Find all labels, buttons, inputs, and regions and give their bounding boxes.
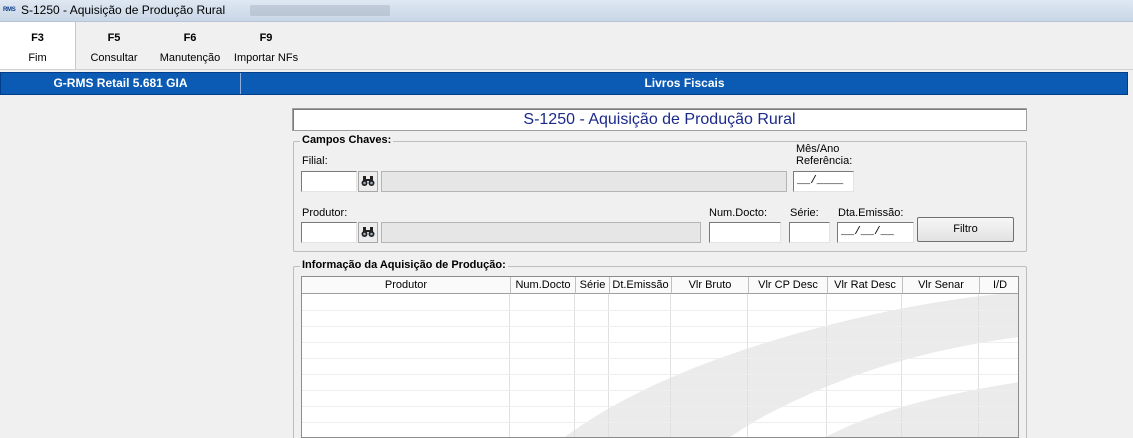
campos-chaves-title: Campos Chaves: [300,134,394,146]
grid-row-line [302,422,1018,423]
consultar-button[interactable]: F5 Consultar [80,22,148,69]
col-vlr-bruto[interactable]: Vlr Bruto [671,277,748,294]
consultar-key: F5 [107,32,121,44]
col-vlr-rat-desc[interactable]: Vlr Rat Desc [827,277,902,294]
form-title: S-1250 - Aquisição de Produção Rural [523,111,796,128]
grid-row-line [302,326,1018,327]
col-vlr-senar[interactable]: Vlr Senar [902,277,979,294]
serie-input[interactable] [789,222,830,243]
dtemissao-input[interactable]: __/__/__ [837,222,914,243]
aquisicao-grid[interactable]: Produtor Num.Docto Série Dt.Emissão Vlr … [301,276,1019,438]
manutencao-button[interactable]: F6 Manutenção [154,22,226,69]
mesano-input[interactable]: __/____ [793,171,854,192]
importar-nfs-label: Importar NFs [233,52,299,64]
filtro-button[interactable]: Filtro [917,217,1014,242]
produtor-description [381,222,701,243]
col-id[interactable]: I/D [979,277,1018,294]
form-title-box: S-1250 - Aquisição de Produção Rural [292,108,1027,131]
module-bar: G-RMS Retail 5.681 GIA Livros Fiscais [0,72,1128,95]
col-numdocto[interactable]: Num.Docto [510,277,575,294]
app-icon: RMS [3,7,16,13]
serie-label: Série: [790,207,819,219]
grid-row-line [302,342,1018,343]
mesano-label: Mês/Ano Referência: [796,143,853,167]
produtor-input[interactable] [301,222,357,243]
grid-column-line [575,294,609,437]
grid-column-line [979,294,1018,437]
manutencao-key: F6 [183,32,197,44]
grid-column-line [748,294,827,437]
importar-nfs-key: F9 [259,32,273,44]
filial-input[interactable] [301,171,357,192]
grid-column-line [302,294,510,437]
filial-label: Filial: [302,155,328,167]
titlebar-blurred-text [250,5,390,16]
fim-label: Fim [28,52,47,64]
col-serie[interactable]: Série [575,277,609,294]
consultar-label: Consultar [90,52,138,64]
grid-column-line [902,294,979,437]
grid-row-line [302,358,1018,359]
grid-row-line [302,406,1018,407]
informacao-title: Informação da Aquisição de Produção: [300,259,508,271]
product-version: G-RMS Retail 5.681 GIA [1,73,241,94]
binoculars-icon [361,176,375,186]
grid-column-line [827,294,902,437]
col-produtor[interactable]: Produtor [302,277,510,294]
fim-button[interactable]: F3 Fim [0,22,76,69]
function-key-toolbar: F3 Fim F5 Consultar F6 Manutenção F9 Imp… [0,22,1133,70]
binoculars-icon [361,227,375,237]
window-titlebar: RMS S-1250 - Aquisição de Produção Rural [0,0,1133,22]
fim-key: F3 [31,32,44,44]
grid-row-line [302,310,1018,311]
numdocto-input[interactable] [709,222,781,243]
grid-row-line [302,390,1018,391]
filial-lookup-button[interactable] [358,171,378,192]
col-dtemissao[interactable]: Dt.Emissão [609,277,671,294]
grid-column-line [609,294,671,437]
numdocto-label: Num.Docto: [709,207,768,219]
grid-column-line [510,294,575,437]
importar-nfs-button[interactable]: F9 Importar NFs [228,22,304,69]
module-name: Livros Fiscais [644,76,725,90]
grid-column-line [671,294,748,437]
filial-description [381,171,787,192]
dtemissao-label: Dta.Emissão: [838,207,904,219]
col-vlr-cp-desc[interactable]: Vlr CP Desc [748,277,827,294]
produtor-label: Produtor: [302,207,348,219]
grid-row-line [302,374,1018,375]
manutencao-label: Manutenção [159,52,221,64]
produtor-lookup-button[interactable] [358,222,378,243]
window-title: S-1250 - Aquisição de Produção Rural [21,3,226,17]
